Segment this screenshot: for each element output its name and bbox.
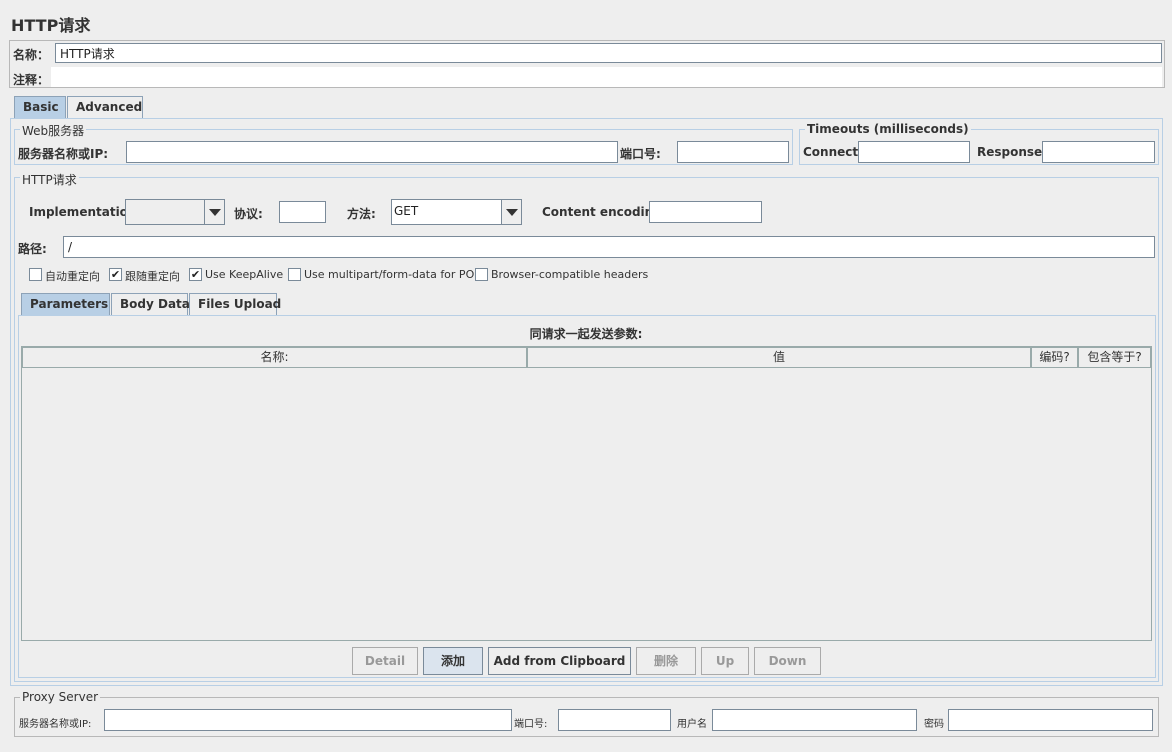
multipart-label: Use multipart/form-data for POST [304, 268, 488, 281]
auto-redirect-label: 自动重定向 [45, 270, 100, 283]
chevron-down-icon[interactable] [501, 200, 521, 224]
path-label: 路径: [18, 242, 47, 256]
down-button[interactable]: Down [754, 647, 821, 675]
comment-input[interactable] [51, 67, 1162, 87]
method-select[interactable]: GET [391, 199, 522, 225]
follow-redirect-checkbox[interactable]: ✔ [109, 268, 122, 281]
keepalive-label: Use KeepAlive [205, 268, 284, 281]
proxy-server-input[interactable] [104, 709, 512, 731]
follow-redirect-label: 跟随重定向 [125, 270, 180, 283]
tab-basic[interactable]: Basic [14, 96, 66, 118]
tab-parameters[interactable]: Parameters [21, 293, 110, 315]
proxy-user-input[interactable] [712, 709, 917, 731]
connect-input[interactable] [858, 141, 970, 163]
page-title: HTTP请求 [11, 16, 91, 35]
protocol-input[interactable] [279, 201, 326, 223]
proxy-server-label: 服务器名称或IP: [19, 719, 92, 730]
server-label: 服务器名称或IP: [18, 147, 109, 161]
comment-label: 注释： [13, 73, 50, 87]
path-input[interactable]: / [63, 236, 1155, 258]
chevron-down-icon[interactable] [204, 200, 224, 224]
name-input[interactable]: HTTP请求 [55, 43, 1162, 63]
multipart-checkbox[interactable] [288, 268, 301, 281]
params-caption: 同请求一起发送参数: [529, 327, 643, 341]
delete-button[interactable]: 删除 [636, 647, 696, 675]
tab-files-upload[interactable]: Files Upload [189, 293, 281, 315]
web-server-title: Web服务器 [20, 122, 87, 139]
tab-body-data[interactable]: Body Data [111, 293, 190, 315]
add-button[interactable]: 添加 [423, 647, 483, 675]
protocol-label: 协议: [234, 207, 263, 221]
response-input[interactable] [1042, 141, 1155, 163]
detail-button[interactable]: Detail [352, 647, 418, 675]
proxy-port-label: 端口号: [514, 719, 548, 730]
method-label: 方法: [347, 207, 376, 221]
auto-redirect-checkbox[interactable] [29, 268, 42, 281]
connect-label: Connect: [803, 145, 863, 159]
proxy-port-input[interactable] [558, 709, 671, 731]
port-label: 端口号: [620, 147, 661, 161]
params-table[interactable]: 名称: 值 编码? 包含等于? [21, 346, 1152, 641]
encoding-input[interactable] [649, 201, 762, 223]
col-header-encode[interactable]: 编码? [1031, 347, 1078, 368]
tab-advanced[interactable]: Advanced [67, 96, 143, 118]
proxy-user-label: 用户名 [677, 719, 707, 730]
col-header-value[interactable]: 值 [527, 347, 1031, 368]
timeouts-title: Timeouts (milliseconds) [805, 122, 971, 136]
name-label: 名称： [13, 48, 50, 62]
http-request-title: HTTP请求 [20, 171, 79, 188]
proxy-password-input[interactable] [948, 709, 1153, 731]
response-label: Response: [977, 145, 1047, 159]
encoding-label: Content encoding: [542, 205, 667, 219]
proxy-password-label: 密码 [924, 719, 944, 730]
server-input[interactable] [126, 141, 618, 163]
keepalive-checkbox[interactable]: ✔ [189, 268, 202, 281]
add-from-clipboard-button[interactable]: Add from Clipboard [488, 647, 631, 675]
browser-headers-checkbox[interactable] [475, 268, 488, 281]
proxy-title: Proxy Server [20, 690, 101, 704]
up-button[interactable]: Up [701, 647, 749, 675]
method-value: GET [394, 204, 419, 218]
col-header-name[interactable]: 名称: [22, 347, 527, 368]
port-input[interactable] [677, 141, 789, 163]
col-header-include-equals[interactable]: 包含等于? [1078, 347, 1151, 368]
implementation-select[interactable] [125, 199, 225, 225]
browser-headers-label: Browser-compatible headers [491, 268, 649, 281]
